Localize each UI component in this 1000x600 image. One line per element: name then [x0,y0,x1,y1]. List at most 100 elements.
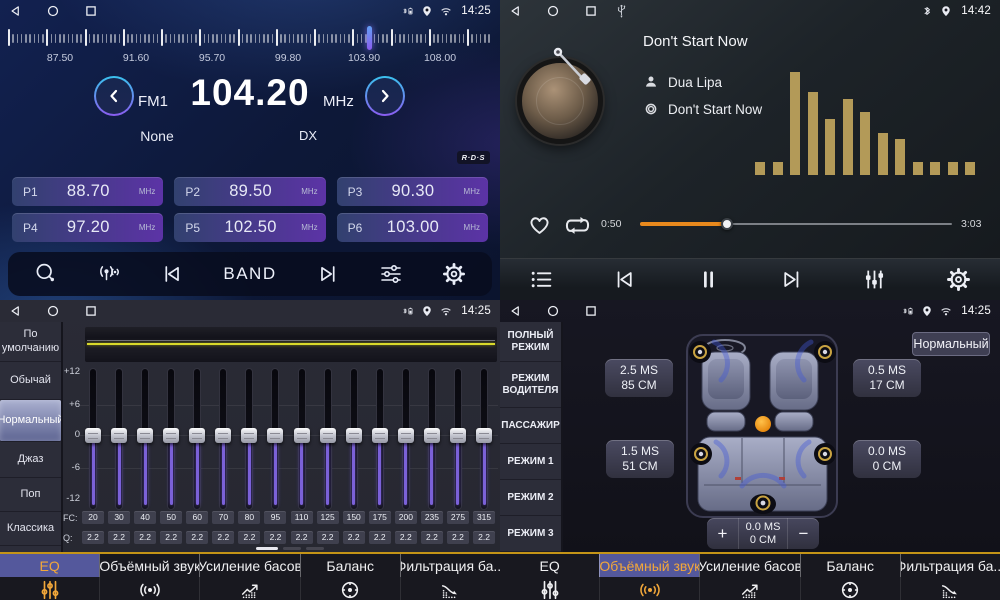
eq-band-slider-150hz[interactable] [344,368,364,510]
previous-station-icon[interactable] [160,262,184,286]
stations-scan-icon[interactable] [97,262,121,286]
q-value[interactable]: 2.2 [317,531,339,544]
q-value[interactable]: 2.2 [134,531,156,544]
eq-band-slider-175hz[interactable] [370,368,390,510]
q-value[interactable]: 2.2 [238,531,260,544]
eq-preset-item[interactable]: Обычай [0,362,61,400]
q-value[interactable]: 2.2 [343,531,365,544]
q-value[interactable]: 2.2 [447,531,469,544]
tab-balance[interactable]: Баланс [800,554,900,577]
nav-recents-icon[interactable] [85,305,97,317]
nav-back-icon[interactable] [509,5,521,17]
settings-gear-icon[interactable] [442,262,466,286]
fc-value[interactable]: 175 [369,511,391,524]
q-value[interactable]: 2.2 [82,531,104,544]
tab-filter[interactable]: Фильтрация ба... [400,554,500,577]
q-value[interactable]: 2.2 [108,531,130,544]
filter-tab-icon[interactable] [400,577,500,600]
tab-bass[interactable]: Усиление басов [199,554,299,577]
tuner-pointer[interactable] [367,26,372,50]
delay-rear-right-button[interactable]: 0.0 MS 0 CM [853,440,921,478]
nav-home-icon[interactable] [547,305,559,317]
eq-slider-thumb[interactable] [372,428,388,443]
eq-band-slider-30hz[interactable] [109,368,129,510]
eq-slider-thumb[interactable] [346,428,362,443]
eq-band-slider-70hz[interactable] [213,368,233,510]
playlist-icon[interactable] [529,267,554,292]
bass-tab-icon[interactable] [199,577,299,600]
eq-slider-thumb[interactable] [294,428,310,443]
surround-tab-icon[interactable] [99,577,199,600]
listening-mode-item[interactable]: РЕЖИМ 3 [500,516,561,552]
eq-slider-thumb[interactable] [424,428,440,443]
eq-tab-icon[interactable] [500,577,599,600]
preset-button-p1[interactable]: P188.70MHz [12,177,163,206]
filter-tab-icon[interactable] [900,577,1000,600]
listening-mode-item[interactable]: ПАССАЖИР [500,408,561,444]
nav-home-icon[interactable] [47,5,59,17]
delay-increase-button[interactable]: + [707,518,738,549]
q-value[interactable]: 2.2 [473,531,495,544]
settings-gear-icon[interactable] [946,267,971,292]
eq-band-slider-50hz[interactable] [161,368,181,510]
tuner-scale[interactable] [8,27,492,49]
tab-eq[interactable]: EQ [500,554,599,577]
fc-value[interactable]: 80 [238,511,260,524]
fc-value[interactable]: 60 [186,511,208,524]
eq-preset-item[interactable]: По умолчанию [0,322,61,362]
fc-value[interactable]: 125 [317,511,339,524]
eq-slider-thumb[interactable] [267,428,283,443]
fc-value[interactable]: 110 [291,511,313,524]
tab-eq[interactable]: EQ [0,554,99,577]
eq-slider-thumb[interactable] [163,428,179,443]
delay-front-right-button[interactable]: 0.5 MS 17 CM [853,359,921,397]
nav-back-icon[interactable] [9,305,21,317]
favorite-heart-icon[interactable] [526,211,553,238]
eq-band-slider-60hz[interactable] [187,368,207,510]
eq-band-slider-110hz[interactable] [292,368,312,510]
balance-tab-icon[interactable] [800,577,900,600]
nav-back-icon[interactable] [509,305,521,317]
eq-band-slider-20hz[interactable] [83,368,103,510]
eq-slider-thumb[interactable] [320,428,336,443]
eq-band-slider-315hz[interactable] [474,368,494,510]
nav-recents-icon[interactable] [85,5,97,17]
pause-icon[interactable] [696,267,721,292]
delay-rear-left-button[interactable]: 1.5 MS 51 CM [606,440,674,478]
audio-settings-icon[interactable] [379,262,403,286]
listening-mode-item[interactable]: РЕЖИМ 1 [500,444,561,480]
preset-button-p3[interactable]: P390.30MHz [337,177,488,206]
q-value[interactable]: 2.2 [291,531,313,544]
fc-value[interactable]: 200 [395,511,417,524]
tab-filter[interactable]: Фильтрация ба... [900,554,1000,577]
eq-band-slider-40hz[interactable] [135,368,155,510]
eq-band-slider-95hz[interactable] [265,368,285,510]
bass-tab-icon[interactable] [699,577,799,600]
surround-tab-icon[interactable] [599,577,699,600]
tune-down-button[interactable] [94,76,134,116]
tab-surround[interactable]: Объёмный звук [99,554,199,577]
eq-slider-thumb[interactable] [215,428,231,443]
eq-slider-thumb[interactable] [398,428,414,443]
eq-slider-thumb[interactable] [189,428,205,443]
tab-bass[interactable]: Усиление басов [699,554,799,577]
q-value[interactable]: 2.2 [369,531,391,544]
eq-band-slider-275hz[interactable] [448,368,468,510]
listening-mode-item[interactable]: РЕЖИМ ВОДИТЕЛЯ [500,362,561,408]
listening-mode-item[interactable]: ПОЛНЫЙ РЕЖИМ [500,322,561,362]
fc-value[interactable]: 235 [421,511,443,524]
q-value[interactable]: 2.2 [212,531,234,544]
eq-slider-thumb[interactable] [85,428,101,443]
preset-button-p5[interactable]: P5102.50MHz [174,213,325,242]
fc-value[interactable]: 275 [447,511,469,524]
fc-value[interactable]: 70 [212,511,234,524]
previous-track-icon[interactable] [612,267,637,292]
tab-surround[interactable]: Объёмный звук [599,554,699,577]
band-button[interactable]: BAND [223,264,276,284]
q-value[interactable]: 2.2 [264,531,286,544]
listening-mode-item[interactable]: РЕЖИМ 2 [500,480,561,516]
preset-button-p4[interactable]: P497.20MHz [12,213,163,242]
seek-bar-knob[interactable] [721,218,733,230]
eq-slider-thumb[interactable] [450,428,466,443]
eq-tab-icon[interactable] [0,577,99,600]
